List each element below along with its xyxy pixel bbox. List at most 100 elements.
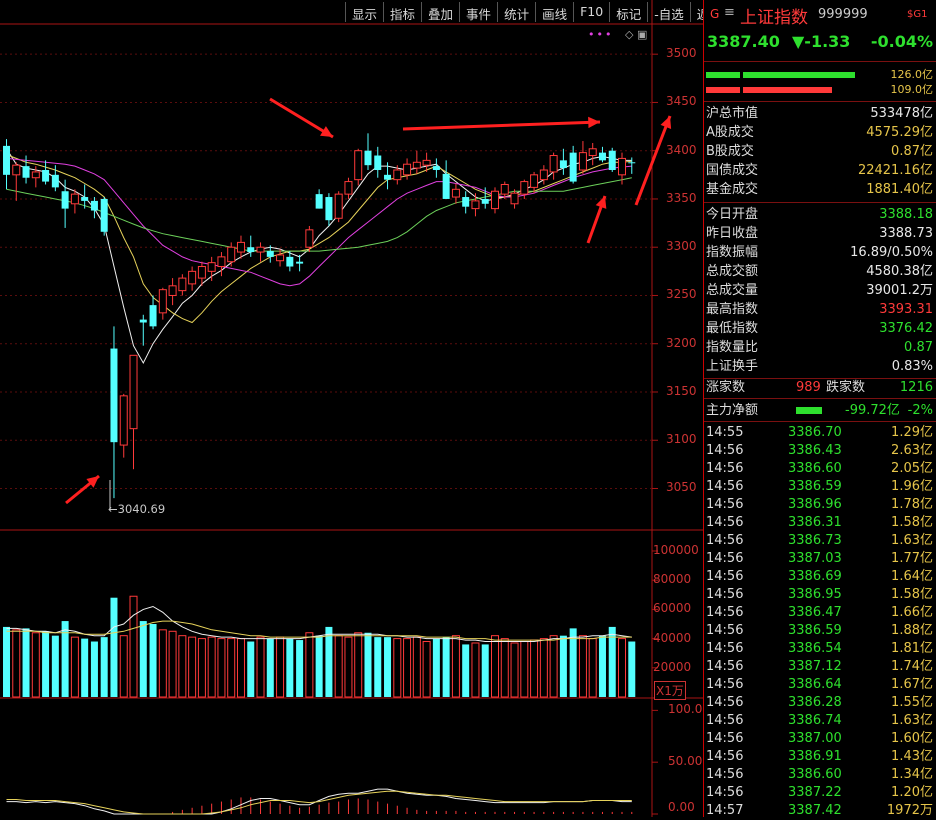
- main-flow-label: 主力净额: [706, 403, 759, 418]
- volume-bar: [539, 638, 548, 698]
- candle-body: [305, 229, 314, 248]
- toolbar-button-6[interactable]: F10: [573, 2, 609, 22]
- tick-time: 14:56: [706, 605, 744, 620]
- candle-body: [149, 305, 157, 327]
- divider: [704, 61, 936, 62]
- tick-row: 14:56 3386.95 1.58亿: [704, 586, 936, 604]
- stat-value: 3388.73: [879, 226, 933, 241]
- tick-price: 3386.64: [788, 677, 842, 692]
- tick-price: 3387.00: [788, 731, 842, 746]
- menu-icon[interactable]: ≡: [724, 5, 735, 20]
- volume-bar: [491, 635, 499, 698]
- arrow-shaft: [402, 120, 601, 131]
- stat-row: 上证换手 0.83%: [704, 357, 936, 376]
- candle-body: [344, 181, 353, 195]
- volume-bar: [549, 635, 558, 698]
- tick-row: 14:56 3386.28 1.55亿: [704, 694, 936, 712]
- toolbar-button-5[interactable]: 画线: [535, 2, 573, 22]
- volume-bar: [119, 635, 128, 698]
- flow-bar-row: 109.0亿: [704, 83, 936, 97]
- tick-price: 3387.42: [788, 803, 842, 818]
- volume-bar: [276, 636, 285, 698]
- candle-body: [578, 152, 587, 171]
- candle-body: [70, 193, 79, 205]
- stat-value: 16.89/0.50%: [850, 245, 933, 260]
- candle-body: [569, 152, 577, 182]
- arrow-head: [595, 196, 607, 209]
- toolbar-button-2[interactable]: 叠加: [421, 2, 459, 22]
- volume-tick-label: 40000: [653, 630, 692, 645]
- stat-row: 基金成交 1881.40亿: [704, 180, 936, 199]
- toolbar-button-0[interactable]: 显示: [345, 2, 383, 22]
- toolbar-button-3[interactable]: 事件: [459, 2, 497, 22]
- kline-chart-area[interactable]: ←3040.69: [0, 0, 703, 817]
- volume-bar: [227, 638, 236, 698]
- volume-bar: [217, 638, 226, 698]
- stat-value: 22421.16亿: [857, 163, 933, 178]
- tick-amount: 1.66亿: [891, 605, 933, 620]
- ma-line: [6, 177, 632, 252]
- volume-bar: [578, 635, 587, 698]
- volume-bar: [236, 638, 245, 698]
- toolbar-button-1[interactable]: 指标: [383, 2, 421, 22]
- dots-icon[interactable]: •••: [588, 28, 613, 41]
- up-count: 989: [796, 380, 821, 395]
- price-tick-label: 3400: [666, 142, 697, 157]
- volume-tick-label: 20000: [653, 659, 692, 674]
- candle-body: [588, 148, 597, 157]
- stat-value: 3393.31: [879, 302, 933, 317]
- volume-bar: [325, 626, 333, 697]
- candle-body: [276, 254, 285, 262]
- stat-label: 今日开盘: [706, 207, 759, 222]
- candle-body: [384, 174, 392, 180]
- candle-body: [608, 150, 616, 171]
- stat-label: 昨日收盘: [706, 226, 759, 241]
- tick-price: 3386.60: [788, 767, 842, 782]
- volume-bars: [3, 595, 636, 698]
- stat-label: A股成交: [706, 125, 754, 140]
- tick-price: 3387.22: [788, 785, 842, 800]
- up-count-label: 涨家数: [706, 380, 746, 395]
- tick-amount: 1.43亿: [891, 749, 933, 764]
- candle-body: [51, 174, 59, 188]
- candle-body: [3, 145, 10, 175]
- tick-time: 14:56: [706, 785, 744, 800]
- candle-body: [374, 155, 382, 171]
- candle-body: [158, 289, 167, 314]
- price-change: ▼-1.33: [792, 32, 851, 51]
- tick-row: 14:56 3386.59 1.96亿: [704, 478, 936, 496]
- tick-time: 14:56: [706, 713, 744, 728]
- candle-body: [207, 262, 216, 272]
- tick-time: 14:56: [706, 569, 744, 584]
- chart-mini-icons: ••• ◇ ▣: [588, 28, 647, 41]
- tick-time: 14:56: [706, 641, 744, 656]
- diamond-icon[interactable]: ◇: [625, 28, 633, 41]
- volume-bar: [42, 631, 50, 697]
- tick-price: 3386.31: [788, 515, 842, 530]
- indicator-tick-label: 100.0: [668, 702, 703, 717]
- volume-bar: [364, 632, 372, 697]
- tick-amount: 1.20亿: [891, 785, 933, 800]
- toolbar-button-4[interactable]: 统计: [497, 2, 535, 22]
- tick-amount: 1.77亿: [891, 551, 933, 566]
- candle-body: [598, 152, 606, 161]
- stat-label: 基金成交: [706, 182, 759, 197]
- stat-row: 指数振幅 16.89/0.50%: [704, 243, 936, 262]
- volume-bar: [462, 644, 470, 697]
- candle-body: [178, 277, 187, 292]
- tick-row: 14:56 3386.31 1.58亿: [704, 514, 936, 532]
- indicator-tick-label: 50.00: [668, 754, 703, 769]
- window-icon[interactable]: ▣: [637, 28, 647, 41]
- stat-value: 0.87亿: [891, 144, 933, 159]
- candle-body: [197, 266, 206, 279]
- volume-unit-label: X1万: [654, 681, 686, 700]
- toolbar-button-7[interactable]: 标记: [609, 2, 647, 22]
- volume-bar: [588, 638, 597, 698]
- main-flow-row: 主力净额 -99.72亿 -2%: [704, 401, 936, 420]
- volume-bar: [100, 637, 108, 697]
- volume-bar: [598, 635, 606, 697]
- tick-amount: 1.55亿: [891, 695, 933, 710]
- toolbar-button-8[interactable]: -自选: [647, 2, 690, 22]
- indicator-tick-label: 0.00: [668, 800, 695, 814]
- volume-bar: [354, 632, 363, 698]
